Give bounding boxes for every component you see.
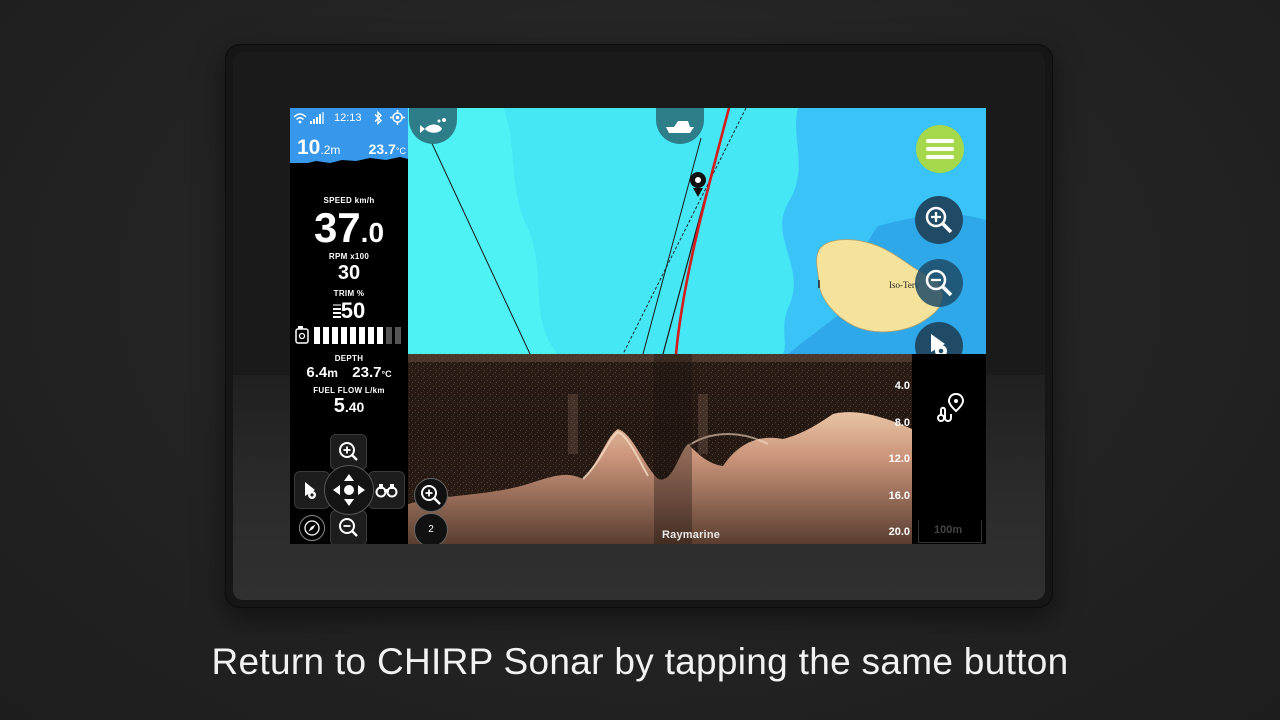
main-menu-button[interactable] xyxy=(916,125,964,173)
depth-scale-label: 12.0 xyxy=(888,453,910,465)
fuel-can-icon xyxy=(295,326,309,344)
binoculars-icon xyxy=(375,484,398,498)
clock-time: 12:13 xyxy=(334,112,362,124)
fish-icon xyxy=(420,118,446,133)
fuel-level-segment xyxy=(377,327,383,344)
fuel-level-segment xyxy=(386,327,392,344)
fuel-flow-dec: .40 xyxy=(344,399,365,415)
waypoint-icon xyxy=(931,334,947,354)
fish-tab[interactable] xyxy=(409,108,457,144)
water-temp-value: 23.7 xyxy=(352,364,382,381)
fuel-level-segment xyxy=(368,327,374,344)
route-icon xyxy=(937,392,965,422)
bottom-profile-graphic xyxy=(290,157,408,169)
raymarine-logo: Raymarine xyxy=(662,529,721,541)
fuel-level-segment xyxy=(323,327,329,344)
sonar-image xyxy=(408,354,912,544)
fuel-level-segment xyxy=(332,327,338,344)
trim-value: 50 xyxy=(290,298,408,324)
databar-panel: 12:13 10.2m 23.7°C SPEED km/h 37.0 RPM x… xyxy=(290,108,408,544)
fuel-level-segment xyxy=(314,327,320,344)
zoom-level-text: 2 xyxy=(428,524,434,535)
fuel-level-segment xyxy=(359,327,365,344)
chart-view[interactable]: Iso-Terv xyxy=(408,108,986,354)
signal-icon xyxy=(310,112,324,124)
depth-value: 6.4 xyxy=(306,364,328,381)
cursor-marker-icon xyxy=(690,172,706,197)
boat-icon xyxy=(666,121,694,133)
depth-label: DEPTH xyxy=(334,354,364,363)
depth-scale-label: 8.0 xyxy=(894,416,910,429)
depth-scale-label: 4.0 xyxy=(894,380,910,392)
compass-button[interactable] xyxy=(299,515,325,541)
menu-icon xyxy=(926,139,954,159)
fuel-level-segment xyxy=(350,327,356,344)
status-bar: 12:13 xyxy=(290,108,408,128)
fuel-level-segment xyxy=(341,327,347,344)
trim-value-text: 50 xyxy=(340,298,366,323)
zoom-in-icon xyxy=(339,442,358,461)
speed-value: 37.0 xyxy=(290,204,408,252)
fuel-flow-value: 5.40 xyxy=(290,395,408,418)
fuel-flow-int: 5 xyxy=(333,395,345,417)
sonar-view[interactable]: 4.0 8.0 12.0 16.0 20.0 2 Raymarine xyxy=(408,354,912,544)
rpm-value: 30 xyxy=(337,262,361,284)
fuel-level-segment xyxy=(395,327,401,344)
gps-icon xyxy=(390,110,405,125)
sonar-zoom-level[interactable]: 2 xyxy=(414,513,448,544)
zoom-in-icon xyxy=(925,206,953,234)
compass-icon xyxy=(304,520,320,536)
chart-zoom-out-button[interactable] xyxy=(915,259,963,307)
pad-direction-control[interactable] xyxy=(324,465,374,515)
speed-value-dec: .0 xyxy=(360,217,385,248)
trim-indicator-icon xyxy=(332,304,341,318)
depth-unit: m xyxy=(327,366,338,380)
zoom-in-icon xyxy=(421,485,441,505)
depth-scale-label: 20.0 xyxy=(888,526,910,538)
chart-waypoint-button[interactable] xyxy=(915,322,963,354)
fuel-flow-label: FUEL FLOW L/km xyxy=(313,386,385,395)
chart-map xyxy=(408,108,986,354)
sonar-zoom-button[interactable] xyxy=(414,478,448,512)
direction-arrows-icon xyxy=(333,474,365,506)
range-scale: 100m xyxy=(918,520,982,543)
depth-readout: 6.4m 23.7°C xyxy=(290,364,408,381)
chart-zoom-in-button[interactable] xyxy=(915,196,963,244)
depth-scale-label: 16.0 xyxy=(888,489,910,502)
rpm-label: RPM x100 xyxy=(328,252,370,261)
fuel-level-bar xyxy=(295,325,403,345)
boat-tab[interactable] xyxy=(656,108,704,144)
mfd-screen: 12:13 10.2m 23.7°C SPEED km/h 37.0 RPM x… xyxy=(290,108,986,544)
range-label: 100m xyxy=(934,524,963,536)
wifi-icon xyxy=(293,113,307,124)
bluetooth-icon xyxy=(374,111,382,125)
video-caption: Return to CHIRP Sonar by tapping the sam… xyxy=(211,641,1069,682)
zoom-out-icon xyxy=(925,269,953,297)
trim-label: TRIM % xyxy=(333,289,365,298)
speed-value-int: 37 xyxy=(313,204,361,251)
sonar-side-panel: 100m xyxy=(912,354,986,544)
route-button[interactable] xyxy=(927,386,971,430)
water-temp-unit: °C xyxy=(381,369,392,379)
